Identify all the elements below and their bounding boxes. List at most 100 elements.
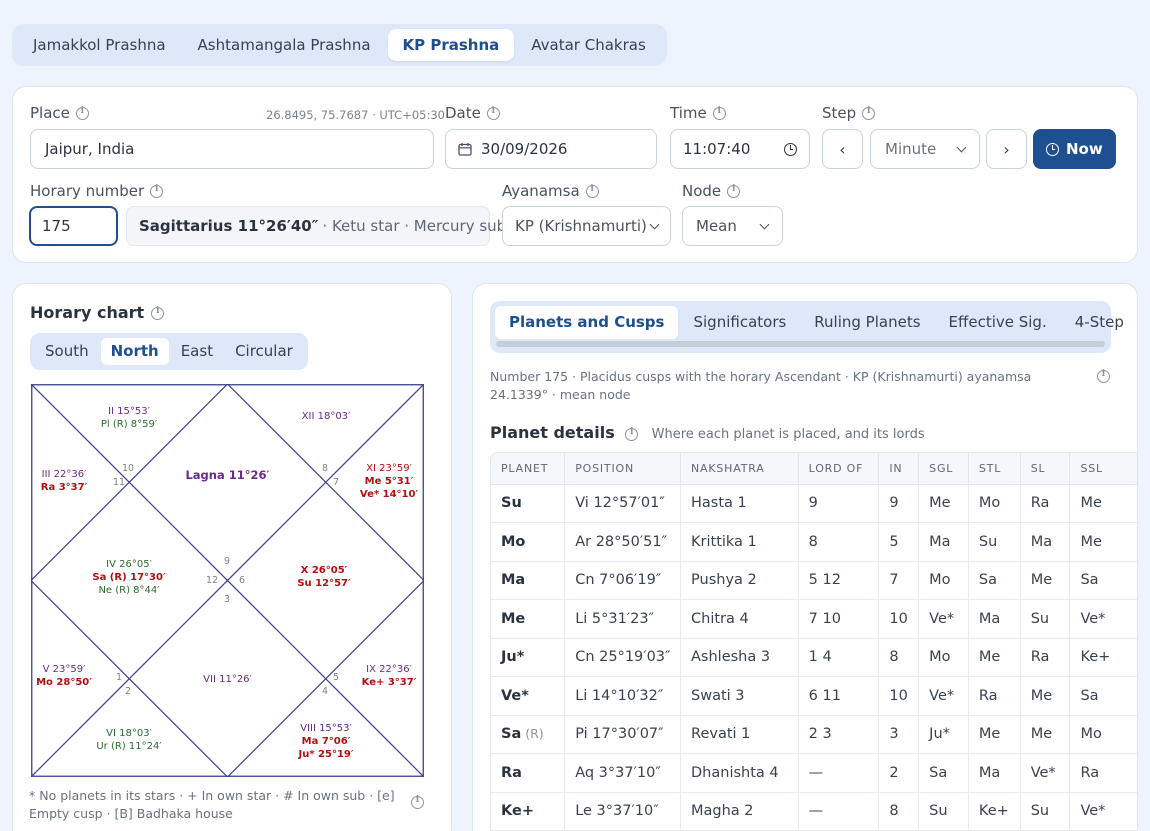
step-info-icon[interactable] — [862, 106, 876, 120]
time-label-text: Time — [670, 104, 707, 122]
planet-name: Sa — [501, 726, 522, 743]
cell-sl: Ra — [1020, 638, 1071, 677]
tab-jamakkol-prashna[interactable]: Jamakkol Prashna — [18, 29, 181, 61]
column-header-ssl: SSL — [1069, 453, 1137, 485]
cell-lord-of: 8 — [798, 522, 880, 562]
cell-sl: Ra — [1020, 484, 1071, 523]
cell-nakshatra: Krittika 1 — [680, 522, 799, 562]
ayanamsa-label: Ayanamsa — [502, 182, 599, 200]
cell-in: 8 — [878, 792, 920, 831]
cell-sl: Ma — [1020, 522, 1071, 562]
sign-number: 12 — [206, 575, 218, 586]
horary-number-input[interactable]: 175 — [29, 206, 118, 246]
planet-name: Ve* — [501, 687, 529, 704]
tab-ruling-planets[interactable]: Ruling Planets — [801, 309, 933, 336]
step-value: Minute — [885, 140, 937, 158]
column-header-planet: PLANET — [491, 453, 566, 485]
retrograde-marker: (R) — [525, 726, 544, 742]
table-row[interactable]: Ke+ Le 3°37′10″ Magha 2—8 Su Ke+ Su Ve* — [491, 792, 1137, 831]
ayanamsa-select[interactable]: KP (Krishnamurti) — [502, 206, 671, 246]
cell-nakshatra: Swati 3 — [680, 676, 799, 716]
legend-info-icon[interactable] — [411, 795, 424, 809]
cell-nakshatra: Magha 2 — [680, 792, 799, 831]
cell-planet: Me — [491, 599, 566, 639]
table-row[interactable]: Su Vi 12°57′01″ Hasta 1 9 9 Me Mo Ra Me — [491, 484, 1137, 523]
cell-lord-of: 7 10 — [798, 599, 880, 639]
cell-sl: Me — [1020, 715, 1071, 754]
chevron-down-icon — [759, 219, 770, 229]
cell-lord-of: 5 12 — [798, 561, 880, 600]
cell-lord-of: 9 — [798, 484, 880, 523]
table-row[interactable]: Ma Cn 7°06′19″ Pushya 25 12 7 Mo Sa Me Sa — [491, 561, 1137, 600]
details-tabs: Planets and Cusps Significators Ruling P… — [490, 301, 1124, 353]
house-4-line: Ne (R) 8°44′ — [98, 585, 160, 596]
cell-position: Cn 25°19′03″ — [564, 638, 682, 677]
planet-details-header: Planet details Where each planet is plac… — [490, 423, 925, 442]
now-button-label: Now — [1066, 140, 1103, 158]
tabs-scrollbar[interactable] — [496, 341, 1105, 347]
house-6-line: VI 18°03′ — [106, 728, 152, 739]
date-label-text: Date — [445, 104, 481, 122]
table-row[interactable]: Ju* Cn 25°19′03″ Ashlesha 31 4 8 Mo Me Ra Ke+ — [491, 638, 1137, 677]
time-info-icon[interactable] — [712, 106, 726, 120]
planet-details-info-icon[interactable] — [625, 427, 639, 441]
description-info-icon[interactable] — [1097, 369, 1110, 383]
cell-sl: Me — [1020, 676, 1071, 716]
clock-icon[interactable] — [784, 142, 797, 156]
house-3-line: III 22°36′ — [42, 469, 87, 480]
step-prev-button[interactable]: ‹ — [822, 129, 863, 169]
table-row[interactable]: Me Li 5°31′23″ Chitra 47 10 10 Ve* Ma Su Ve* — [491, 599, 1137, 639]
tab-kp-prashna[interactable]: KP Prashna — [387, 29, 515, 61]
tab-planets-and-cusps[interactable]: Planets and Cusps — [495, 305, 679, 339]
node-select[interactable]: Mean — [682, 206, 783, 246]
step-label-text: Step — [822, 104, 857, 122]
tab-effective-sig[interactable]: Effective Sig. — [936, 309, 1060, 336]
tab-south[interactable]: South — [35, 338, 99, 365]
cell-stl: Ma — [968, 753, 1021, 793]
ayanamsa-info-icon[interactable] — [585, 184, 599, 198]
planet-details-subtitle: Where each planet is placed, and its lor… — [651, 427, 925, 442]
cell-lord-of: — — [798, 792, 880, 831]
place-input[interactable]: Jaipur, India — [30, 129, 434, 169]
planet-details-title: Planet details — [490, 423, 615, 442]
node-label: Node — [682, 182, 741, 200]
node-info-icon[interactable] — [727, 184, 741, 198]
cell-lord-of: 6 11 — [798, 676, 880, 716]
column-header-position: POSITION — [564, 453, 682, 485]
column-header-lord-of: LORD OF — [798, 453, 880, 485]
kp-details-card: Planets and Cusps Significators Ruling P… — [472, 283, 1138, 831]
now-button[interactable]: Now — [1033, 129, 1116, 169]
tab-east[interactable]: East — [171, 338, 223, 365]
tab-north[interactable]: North — [100, 338, 169, 365]
chart-info-icon[interactable] — [151, 306, 165, 320]
cell-nakshatra: Pushya 2 — [680, 561, 799, 600]
tab-avatar-chakras[interactable]: Avatar Chakras — [516, 29, 661, 61]
place-label-text: Place — [30, 104, 70, 122]
planet-name: Mo — [501, 533, 526, 550]
table-row[interactable]: Ve* Li 14°10′32″ Swati 36 11 10 Ve* Ra Me Sa — [491, 676, 1137, 716]
chart-style-tabs: South North East Circular — [30, 333, 308, 370]
date-info-icon[interactable] — [486, 106, 500, 120]
cell-stl: Su — [968, 522, 1021, 562]
step-select[interactable]: Minute — [870, 129, 980, 169]
cell-position: Pi 17°30′07″ — [564, 715, 682, 754]
table-row[interactable]: Mo Ar 28°50′51″ Krittika 1 8 5 Ma Su Ma Me — [491, 522, 1137, 562]
cell-sl: Su — [1020, 792, 1071, 831]
horary-info-icon[interactable] — [150, 184, 164, 198]
ayanamsa-label-text: Ayanamsa — [502, 182, 580, 200]
house-8-line: Ma 7°06′ — [302, 736, 351, 747]
planet-name: Su — [501, 495, 522, 512]
place-info-icon[interactable] — [75, 106, 89, 120]
date-input[interactable]: 30/09/2026 — [445, 129, 657, 169]
time-input[interactable]: 11:07:40 — [670, 129, 810, 169]
cell-planet: Ra — [491, 753, 566, 793]
tab-circular[interactable]: Circular — [225, 338, 303, 365]
cell-in: 9 — [878, 484, 920, 523]
step-next-button[interactable]: › — [986, 129, 1027, 169]
tab-4-step[interactable]: 4-Step — [1062, 309, 1137, 336]
tab-ashtamangala-prashna[interactable]: Ashtamangala Prashna — [183, 29, 386, 61]
table-row[interactable]: Sa (R) Pi 17°30′07″ Revati 12 3 3 Ju* Me Me Mo — [491, 715, 1137, 754]
tab-significators[interactable]: Significators — [680, 309, 799, 336]
step-label: Step — [822, 104, 876, 122]
table-row[interactable]: Ra Aq 3°37′10″ Dhanishta 4—2 Sa Ma Ve* Ra — [491, 753, 1137, 793]
